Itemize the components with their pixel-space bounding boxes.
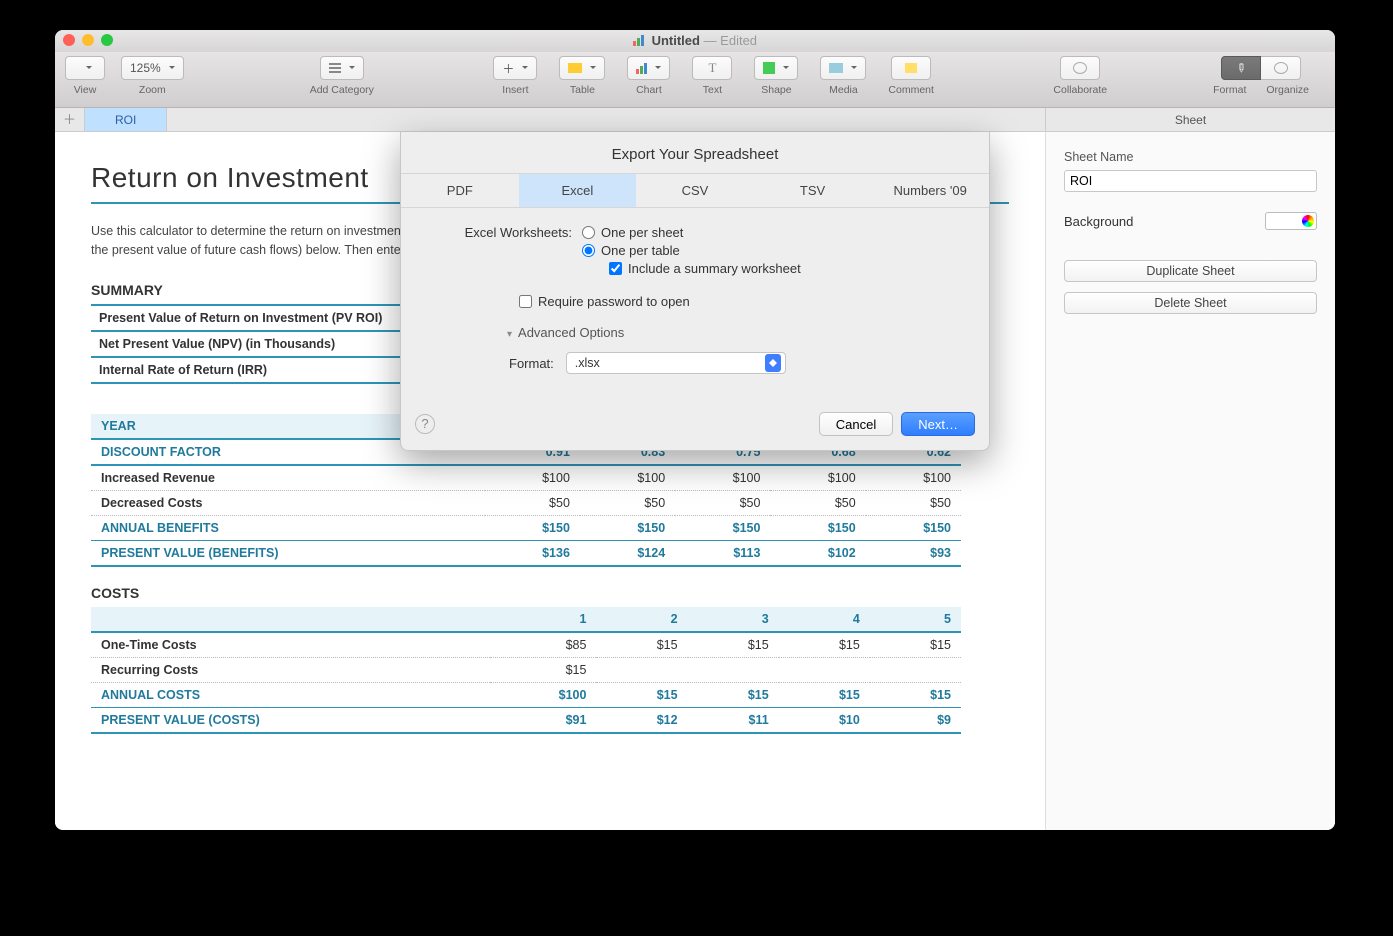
chart-button[interactable] <box>627 56 670 80</box>
media-label: Media <box>829 84 858 96</box>
export-format-tabs: PDF Excel CSV TSV Numbers '09 <box>401 173 989 208</box>
advanced-options-disclosure[interactable]: Advanced Options <box>507 325 963 340</box>
format-select[interactable]: .xlsx <box>566 352 786 374</box>
close-window-button[interactable] <box>63 34 75 46</box>
comment-button[interactable] <box>891 56 931 80</box>
checkbox-include-summary-label: Include a summary worksheet <box>628 261 801 276</box>
sheet-tab-roi[interactable]: ROI <box>85 108 167 131</box>
format-label: Format: <box>509 356 554 371</box>
view-button[interactable] <box>65 56 105 80</box>
radio-one-per-table-label: One per table <box>601 243 680 258</box>
format-button[interactable] <box>1221 56 1261 80</box>
help-button[interactable]: ? <box>415 414 435 434</box>
checkbox-include-summary[interactable] <box>609 262 622 275</box>
chevron-updown-icon <box>765 354 781 372</box>
zoom-label: Zoom <box>139 84 166 96</box>
insert-label: Insert <box>502 84 528 96</box>
minimize-window-button[interactable] <box>82 34 94 46</box>
duplicate-sheet-button[interactable]: Duplicate Sheet <box>1064 260 1317 282</box>
maximize-window-button[interactable] <box>101 34 113 46</box>
format-label: Format <box>1213 84 1246 96</box>
add-category-button[interactable] <box>320 56 364 80</box>
sheet-name-input[interactable] <box>1064 170 1317 192</box>
costs-heading: COSTS <box>91 585 1009 601</box>
text-button[interactable]: T <box>692 56 732 80</box>
media-button[interactable] <box>820 56 866 80</box>
tab-numbers09[interactable]: Numbers '09 <box>871 174 989 207</box>
table-label: Table <box>570 84 595 96</box>
sheet-name-label: Sheet Name <box>1064 150 1317 164</box>
export-dialog: Export Your Spreadsheet PDF Excel CSV TS… <box>400 132 990 451</box>
tab-tsv[interactable]: TSV <box>754 174 872 207</box>
collaborate-button[interactable] <box>1060 56 1100 80</box>
insert-button[interactable]: ＋ <box>493 56 537 80</box>
radio-one-per-sheet-label: One per sheet <box>601 225 683 240</box>
tab-pdf[interactable]: PDF <box>401 174 519 207</box>
checkbox-require-password-label: Require password to open <box>538 294 690 309</box>
collaborate-label: Collaborate <box>1053 84 1107 96</box>
tab-csv[interactable]: CSV <box>636 174 754 207</box>
toolbar: View 125% Zoom Add Category ＋ Insert Tabl… <box>55 52 1335 108</box>
add-sheet-button[interactable]: ＋ <box>55 108 85 131</box>
window-controls <box>63 34 113 46</box>
checkbox-require-password[interactable] <box>519 295 532 308</box>
app-window: Untitled — Edited View 125% Zoom Add Cat… <box>55 30 1335 830</box>
chart-minidot-icon <box>633 31 644 53</box>
inspector-sidebar: Sheet Name Background Duplicate Sheet De… <box>1045 132 1335 830</box>
organize-button[interactable] <box>1261 56 1301 80</box>
organize-label: Organize <box>1266 84 1309 96</box>
delete-sheet-button[interactable]: Delete Sheet <box>1064 292 1317 314</box>
export-dialog-title: Export Your Spreadsheet <box>401 132 989 173</box>
background-color-well[interactable] <box>1265 212 1317 230</box>
titlebar: Untitled — Edited <box>55 30 1335 52</box>
radio-one-per-table[interactable] <box>582 244 595 257</box>
sheetbar: ＋ ROI Sheet <box>55 108 1335 132</box>
next-button[interactable]: Next… <box>901 412 975 436</box>
shape-button[interactable] <box>754 56 798 80</box>
background-label: Background <box>1064 214 1133 229</box>
add-category-label: Add Category <box>310 84 374 96</box>
tab-excel[interactable]: Excel <box>519 174 637 207</box>
shape-label: Shape <box>761 84 791 96</box>
comment-label: Comment <box>888 84 934 96</box>
radio-one-per-sheet[interactable] <box>582 226 595 239</box>
window-title: Untitled — Edited <box>652 33 757 48</box>
cancel-button[interactable]: Cancel <box>819 412 893 436</box>
format-select-value: .xlsx <box>575 356 600 370</box>
costs-table[interactable]: 12345 One-Time Costs$85$15$15$15$15 Recu… <box>91 607 961 734</box>
chart-label: Chart <box>636 84 662 96</box>
text-label: Text <box>703 84 722 96</box>
inspector-header: Sheet <box>1045 108 1335 131</box>
view-label: View <box>74 84 97 96</box>
zoom-button[interactable]: 125% <box>121 56 184 80</box>
worksheets-label: Excel Worksheets: <box>427 225 582 240</box>
table-button[interactable] <box>559 56 605 80</box>
